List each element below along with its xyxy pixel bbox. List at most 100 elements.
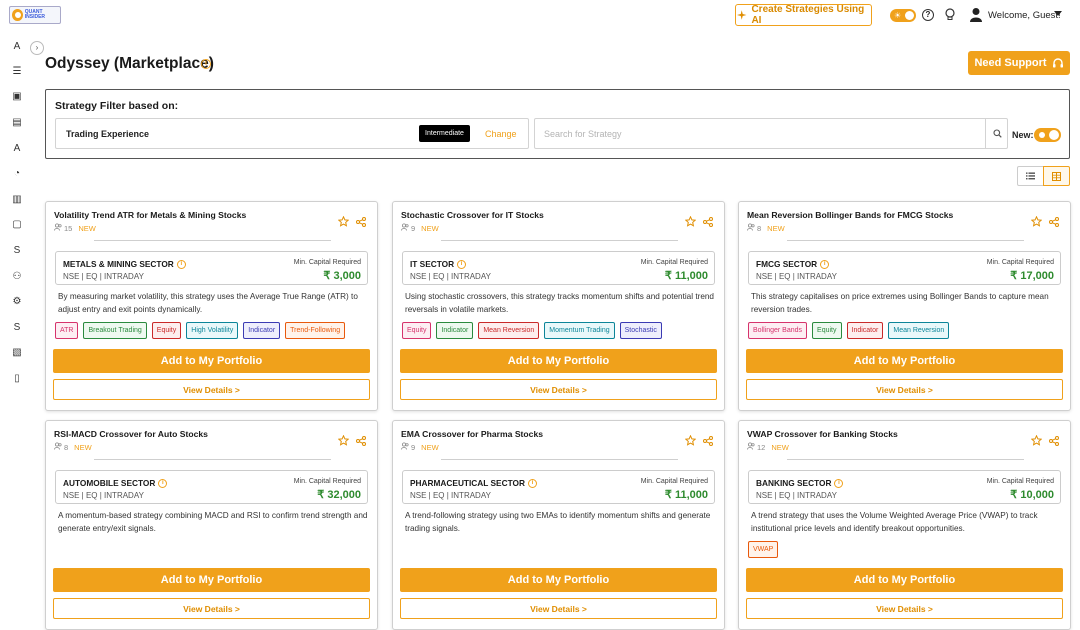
strategy-title[interactable]: RSI-MACD Crossover for Auto Stocks — [54, 429, 208, 439]
image-icon[interactable]: ▤ — [11, 116, 23, 128]
theme-toggle[interactable]: ☀ — [890, 9, 916, 22]
star-icon[interactable] — [1030, 214, 1043, 232]
sector-name: AUTOMOBILE SECTOR — [63, 478, 156, 488]
info-icon[interactable]: i — [176, 259, 186, 269]
lightbulb-icon[interactable] — [945, 8, 955, 24]
grid-view-button[interactable] — [1043, 166, 1070, 186]
divider — [441, 240, 678, 241]
strategy-tag[interactable]: Equity — [812, 322, 842, 339]
chevron-down-icon[interactable] — [1054, 11, 1062, 16]
gauge-icon[interactable]: ◔ — [11, 167, 23, 179]
create-strategies-ai-button[interactable]: Create Strategies Using AI — [735, 4, 872, 26]
view-details-button[interactable]: View Details > — [746, 598, 1063, 619]
strategy-title[interactable]: Mean Reversion Bollinger Bands for FMCG … — [747, 210, 953, 220]
strategy-tag[interactable]: ATR — [55, 322, 79, 339]
text-a-icon[interactable]: A — [11, 142, 23, 154]
add-to-portfolio-button[interactable]: Add to My Portfolio — [400, 349, 717, 373]
share-icon[interactable] — [703, 214, 713, 232]
view-details-button[interactable]: View Details > — [746, 379, 1063, 400]
text-s-icon[interactable]: S — [11, 244, 23, 256]
bar-chart-icon[interactable]: ▥ — [11, 193, 23, 205]
strategy-tag[interactable]: Mean Reversion — [478, 322, 540, 339]
strategy-tags: Bollinger Bands Equity Indicator Mean Rever… — [748, 322, 1068, 339]
strategy-tag[interactable]: Indicator — [243, 322, 281, 339]
welcome-text[interactable]: Welcome, Guest! — [988, 10, 1061, 21]
search-input[interactable] — [535, 119, 985, 148]
strategy-tag[interactable]: Trend-Following — [285, 322, 346, 339]
share-icon[interactable] — [1049, 433, 1059, 451]
help-icon[interactable]: ? — [922, 9, 934, 21]
strategy-card[interactable]: VWAP Crossover for Banking Stocks 12 NEW BA… — [738, 420, 1071, 630]
user-count: 8 — [64, 442, 69, 452]
info-icon[interactable]: i — [457, 259, 467, 269]
star-icon[interactable] — [684, 214, 697, 232]
share-icon[interactable] — [356, 214, 366, 232]
strategy-tag[interactable]: Equity — [151, 322, 182, 339]
terminal-icon[interactable]: ▣ — [11, 90, 23, 102]
share-icon[interactable] — [356, 433, 366, 451]
text-s-icon[interactable]: S — [11, 321, 23, 333]
add-to-portfolio-button[interactable]: Add to My Portfolio — [400, 568, 717, 592]
strategy-card[interactable]: EMA Crossover for Pharma Stocks 9 NEW PHARM… — [392, 420, 725, 630]
star-icon[interactable] — [1030, 433, 1043, 451]
star-icon[interactable] — [337, 214, 350, 232]
trading-experience-field: Trading Experience Intermediate Change — [55, 118, 529, 149]
users-icon[interactable]: ⚇ — [11, 270, 23, 282]
share-icon[interactable] — [703, 433, 713, 451]
strategy-title[interactable]: Stochastic Crossover for IT Stocks — [401, 210, 544, 220]
strategy-tag[interactable]: VWAP — [748, 541, 779, 558]
strategy-description: A trend strategy that uses the Volume We… — [751, 511, 1038, 533]
strategy-tag[interactable]: Indicator — [436, 322, 474, 339]
list-view-button[interactable] — [1017, 166, 1044, 186]
strategy-card[interactable]: RSI-MACD Crossover for Auto Stocks 8 NEW AU… — [45, 420, 378, 630]
strategy-card[interactable]: Mean Reversion Bollinger Bands for FMCG … — [738, 201, 1071, 411]
add-to-portfolio-button[interactable]: Add to My Portfolio — [746, 568, 1063, 592]
need-support-label: Need Support — [974, 57, 1047, 69]
wallet-icon[interactable]: ▧ — [11, 346, 23, 358]
need-support-button[interactable]: Need Support — [968, 51, 1070, 75]
strategy-title[interactable]: Volatility Trend ATR for Metals & Mining… — [54, 210, 246, 220]
strategy-tag[interactable]: Momentum Trading — [544, 322, 615, 339]
book-icon[interactable]: ▢ — [11, 218, 23, 230]
change-experience-link[interactable]: Change — [485, 129, 517, 139]
divider — [94, 459, 331, 460]
strategy-tag[interactable]: Equity — [402, 322, 432, 339]
view-details-button[interactable]: View Details > — [400, 379, 717, 400]
share-icon[interactable] — [1049, 214, 1059, 232]
add-to-portfolio-button[interactable]: Add to My Portfolio — [53, 568, 370, 592]
sidebar-collapse-button[interactable]: › — [30, 41, 44, 55]
strategy-title[interactable]: EMA Crossover for Pharma Stocks — [401, 429, 543, 439]
headset-icon — [1052, 58, 1063, 68]
strategy-card[interactable]: Stochastic Crossover for IT Stocks 9 NEW IT… — [392, 201, 725, 411]
brand-logo[interactable]: QUANT INSIDER — [9, 6, 61, 24]
info-icon[interactable]: i — [834, 478, 844, 488]
star-icon[interactable] — [337, 433, 350, 451]
add-to-portfolio-button[interactable]: Add to My Portfolio — [53, 349, 370, 373]
strategy-card[interactable]: Volatility Trend ATR for Metals & Mining… — [45, 201, 378, 411]
search-button[interactable] — [985, 119, 1008, 148]
strategy-tag[interactable]: Mean Reversion — [888, 322, 950, 339]
info-icon[interactable]: i — [820, 259, 830, 269]
strategy-tag[interactable]: Bollinger Bands — [748, 322, 808, 339]
view-details-button[interactable]: View Details > — [400, 598, 717, 619]
star-icon[interactable] — [684, 433, 697, 451]
user-avatar-icon[interactable] — [969, 7, 983, 22]
strategy-tag[interactable]: Indicator — [846, 322, 884, 339]
new-filter-toggle[interactable] — [1034, 128, 1061, 142]
info-icon[interactable]: i — [158, 478, 168, 488]
info-icon[interactable]: i — [527, 478, 537, 488]
gear-icon[interactable]: ⚙ — [11, 295, 23, 307]
list-icon[interactable]: ☰ — [11, 65, 23, 77]
strategy-tag[interactable]: Stochastic — [619, 322, 662, 339]
view-details-button[interactable]: View Details > — [53, 598, 370, 619]
strategy-tag[interactable]: High Volatility — [186, 322, 239, 339]
strategy-title[interactable]: VWAP Crossover for Banking Stocks — [747, 429, 898, 439]
page-title: Odyssey (Marketplace) — [45, 55, 214, 72]
view-details-button[interactable]: View Details > — [53, 379, 370, 400]
add-to-portfolio-button[interactable]: Add to My Portfolio — [746, 349, 1063, 373]
strategy-tag[interactable]: Breakout Trading — [83, 322, 147, 339]
sector-name: FMCG SECTOR — [756, 259, 818, 269]
text-a-icon[interactable]: A — [11, 40, 23, 52]
document-icon[interactable]: ▯ — [11, 372, 23, 384]
info-icon[interactable]: i — [201, 59, 211, 69]
